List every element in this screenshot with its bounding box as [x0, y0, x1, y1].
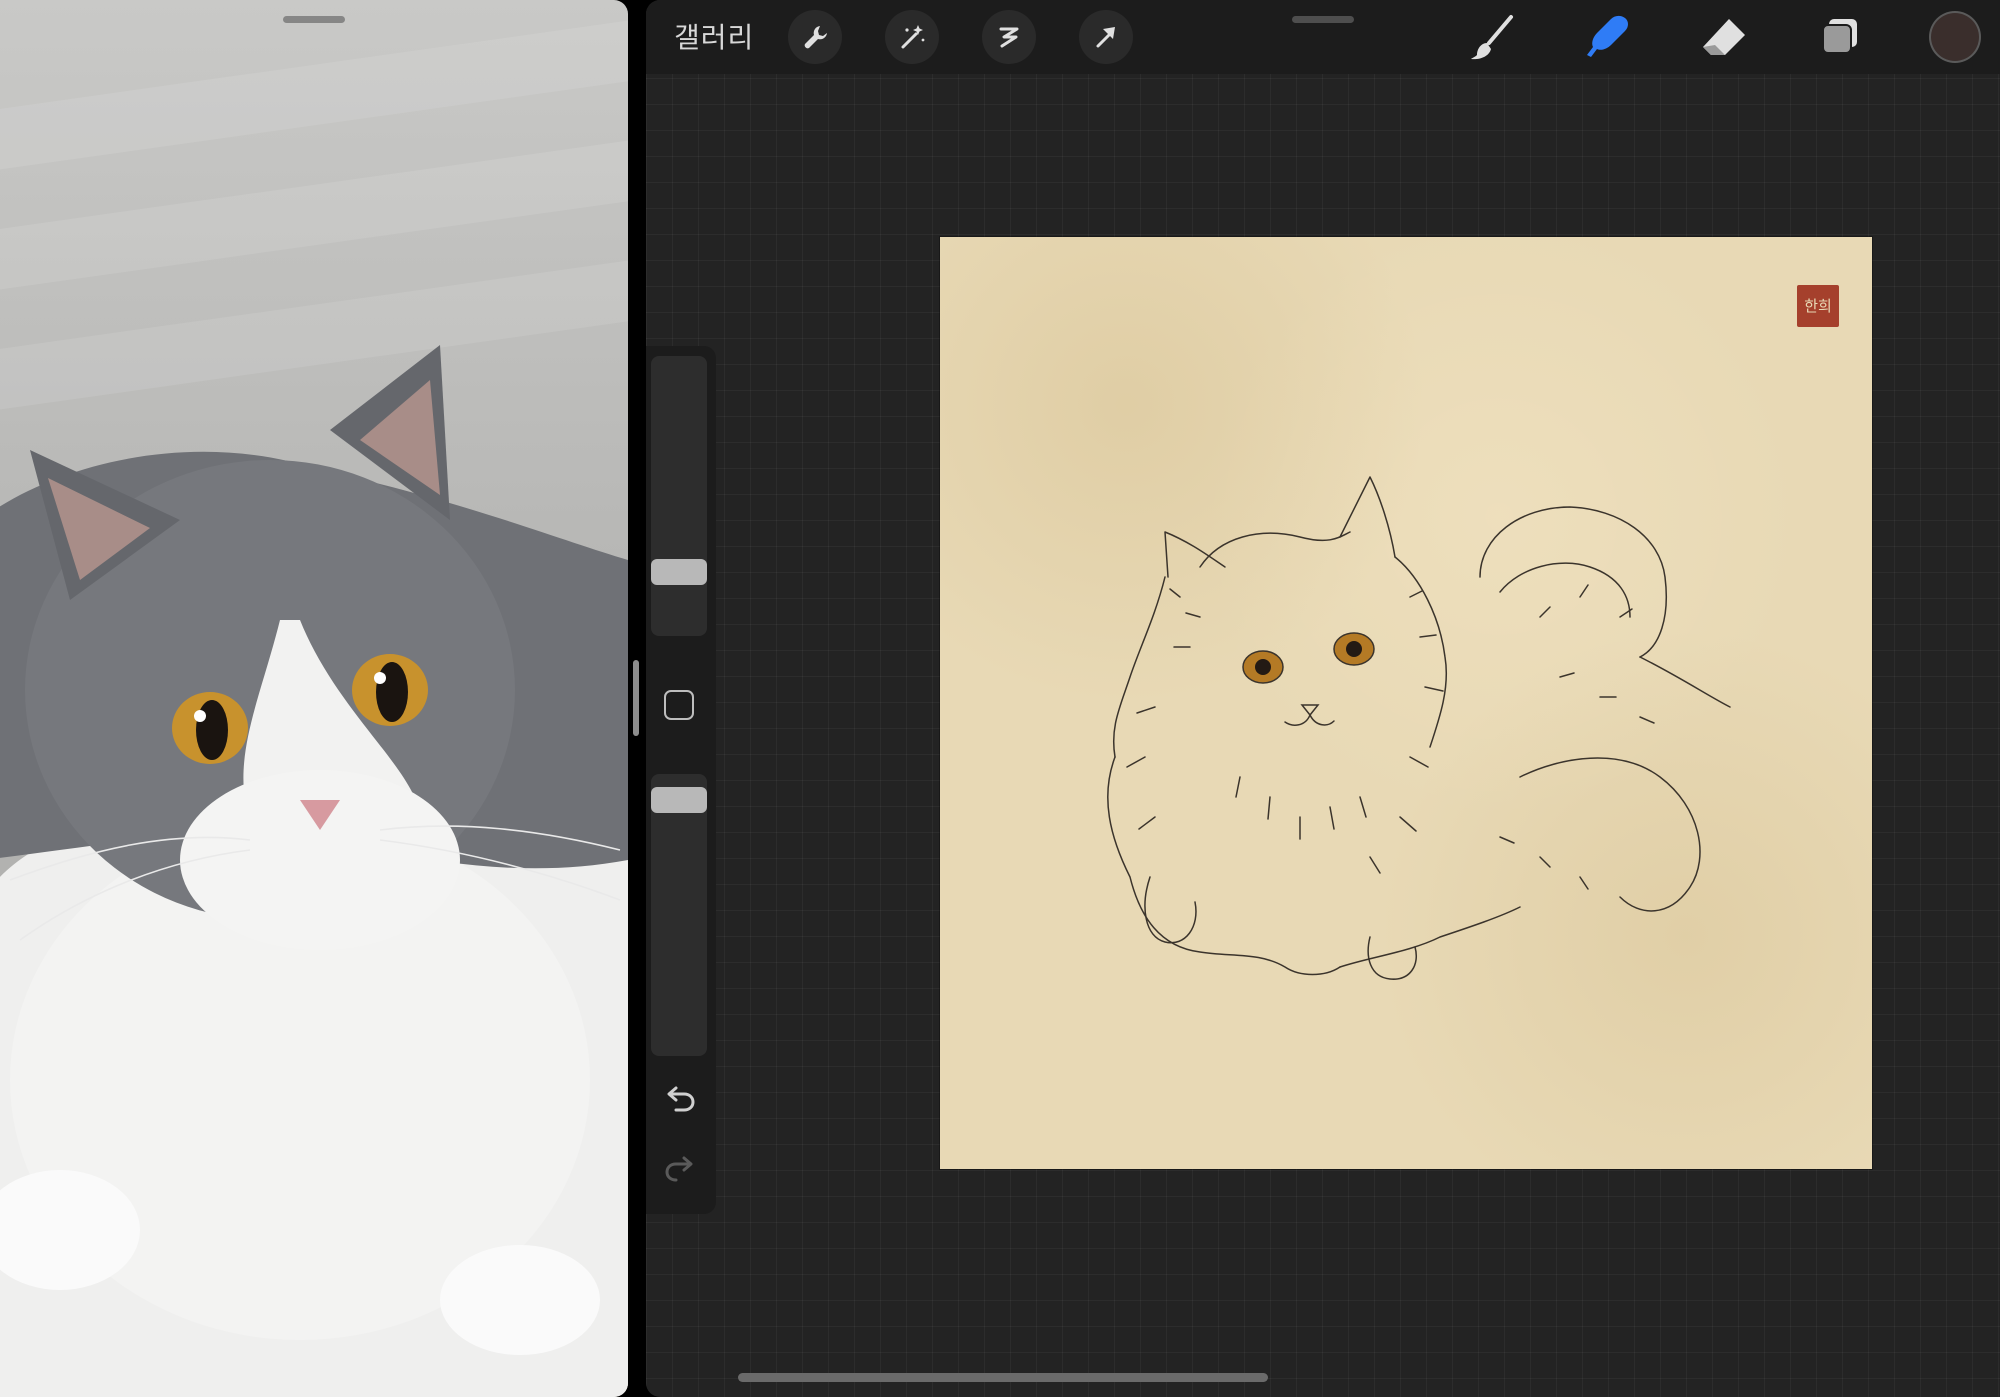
- opacity-slider[interactable]: [651, 774, 707, 1056]
- layers-tool[interactable]: [1810, 10, 1870, 66]
- brush-size-slider[interactable]: [651, 356, 707, 636]
- left-sidebar: [646, 346, 716, 1214]
- selection-icon: [999, 27, 1019, 48]
- magic-wand-icon: [901, 25, 925, 49]
- eraser-tool[interactable]: [1694, 10, 1754, 66]
- home-indicator[interactable]: [738, 1373, 1268, 1382]
- brush-icon: [1471, 15, 1513, 60]
- eraser-icon: [1703, 19, 1745, 55]
- smudge-tool[interactable]: [1578, 10, 1638, 66]
- actions-button[interactable]: [788, 10, 842, 64]
- toolbar-grabber[interactable]: [1292, 16, 1354, 23]
- drawing-canvas[interactable]: 한희: [940, 237, 1872, 1169]
- modify-button[interactable]: [664, 690, 694, 720]
- undo-icon[interactable]: [662, 1084, 698, 1116]
- smudge-icon: [1587, 15, 1628, 57]
- reference-photo-pane[interactable]: [0, 0, 628, 1397]
- transform-button[interactable]: [1079, 10, 1133, 64]
- drawing-app-pane: 갤러리 한희: [646, 0, 2000, 1397]
- opacity-thumb[interactable]: [651, 787, 707, 813]
- redo-icon[interactable]: [662, 1154, 698, 1186]
- transform-arrow-icon: [1096, 27, 1115, 48]
- brush-tool[interactable]: [1462, 10, 1522, 66]
- pane-grabber[interactable]: [283, 16, 345, 23]
- cat-photo: [0, 345, 628, 1397]
- brush-size-thumb[interactable]: [651, 559, 707, 585]
- adjustments-button[interactable]: [885, 10, 939, 64]
- selection-button[interactable]: [982, 10, 1036, 64]
- color-picker-button[interactable]: [1931, 13, 1979, 61]
- gallery-button[interactable]: 갤러리: [674, 16, 754, 56]
- cat-line-drawing: [1107, 476, 1731, 980]
- wrench-icon: [804, 26, 827, 49]
- split-view-divider[interactable]: [633, 660, 639, 736]
- top-toolbar: 갤러리: [646, 0, 2000, 74]
- layers-icon: [1822, 19, 1857, 54]
